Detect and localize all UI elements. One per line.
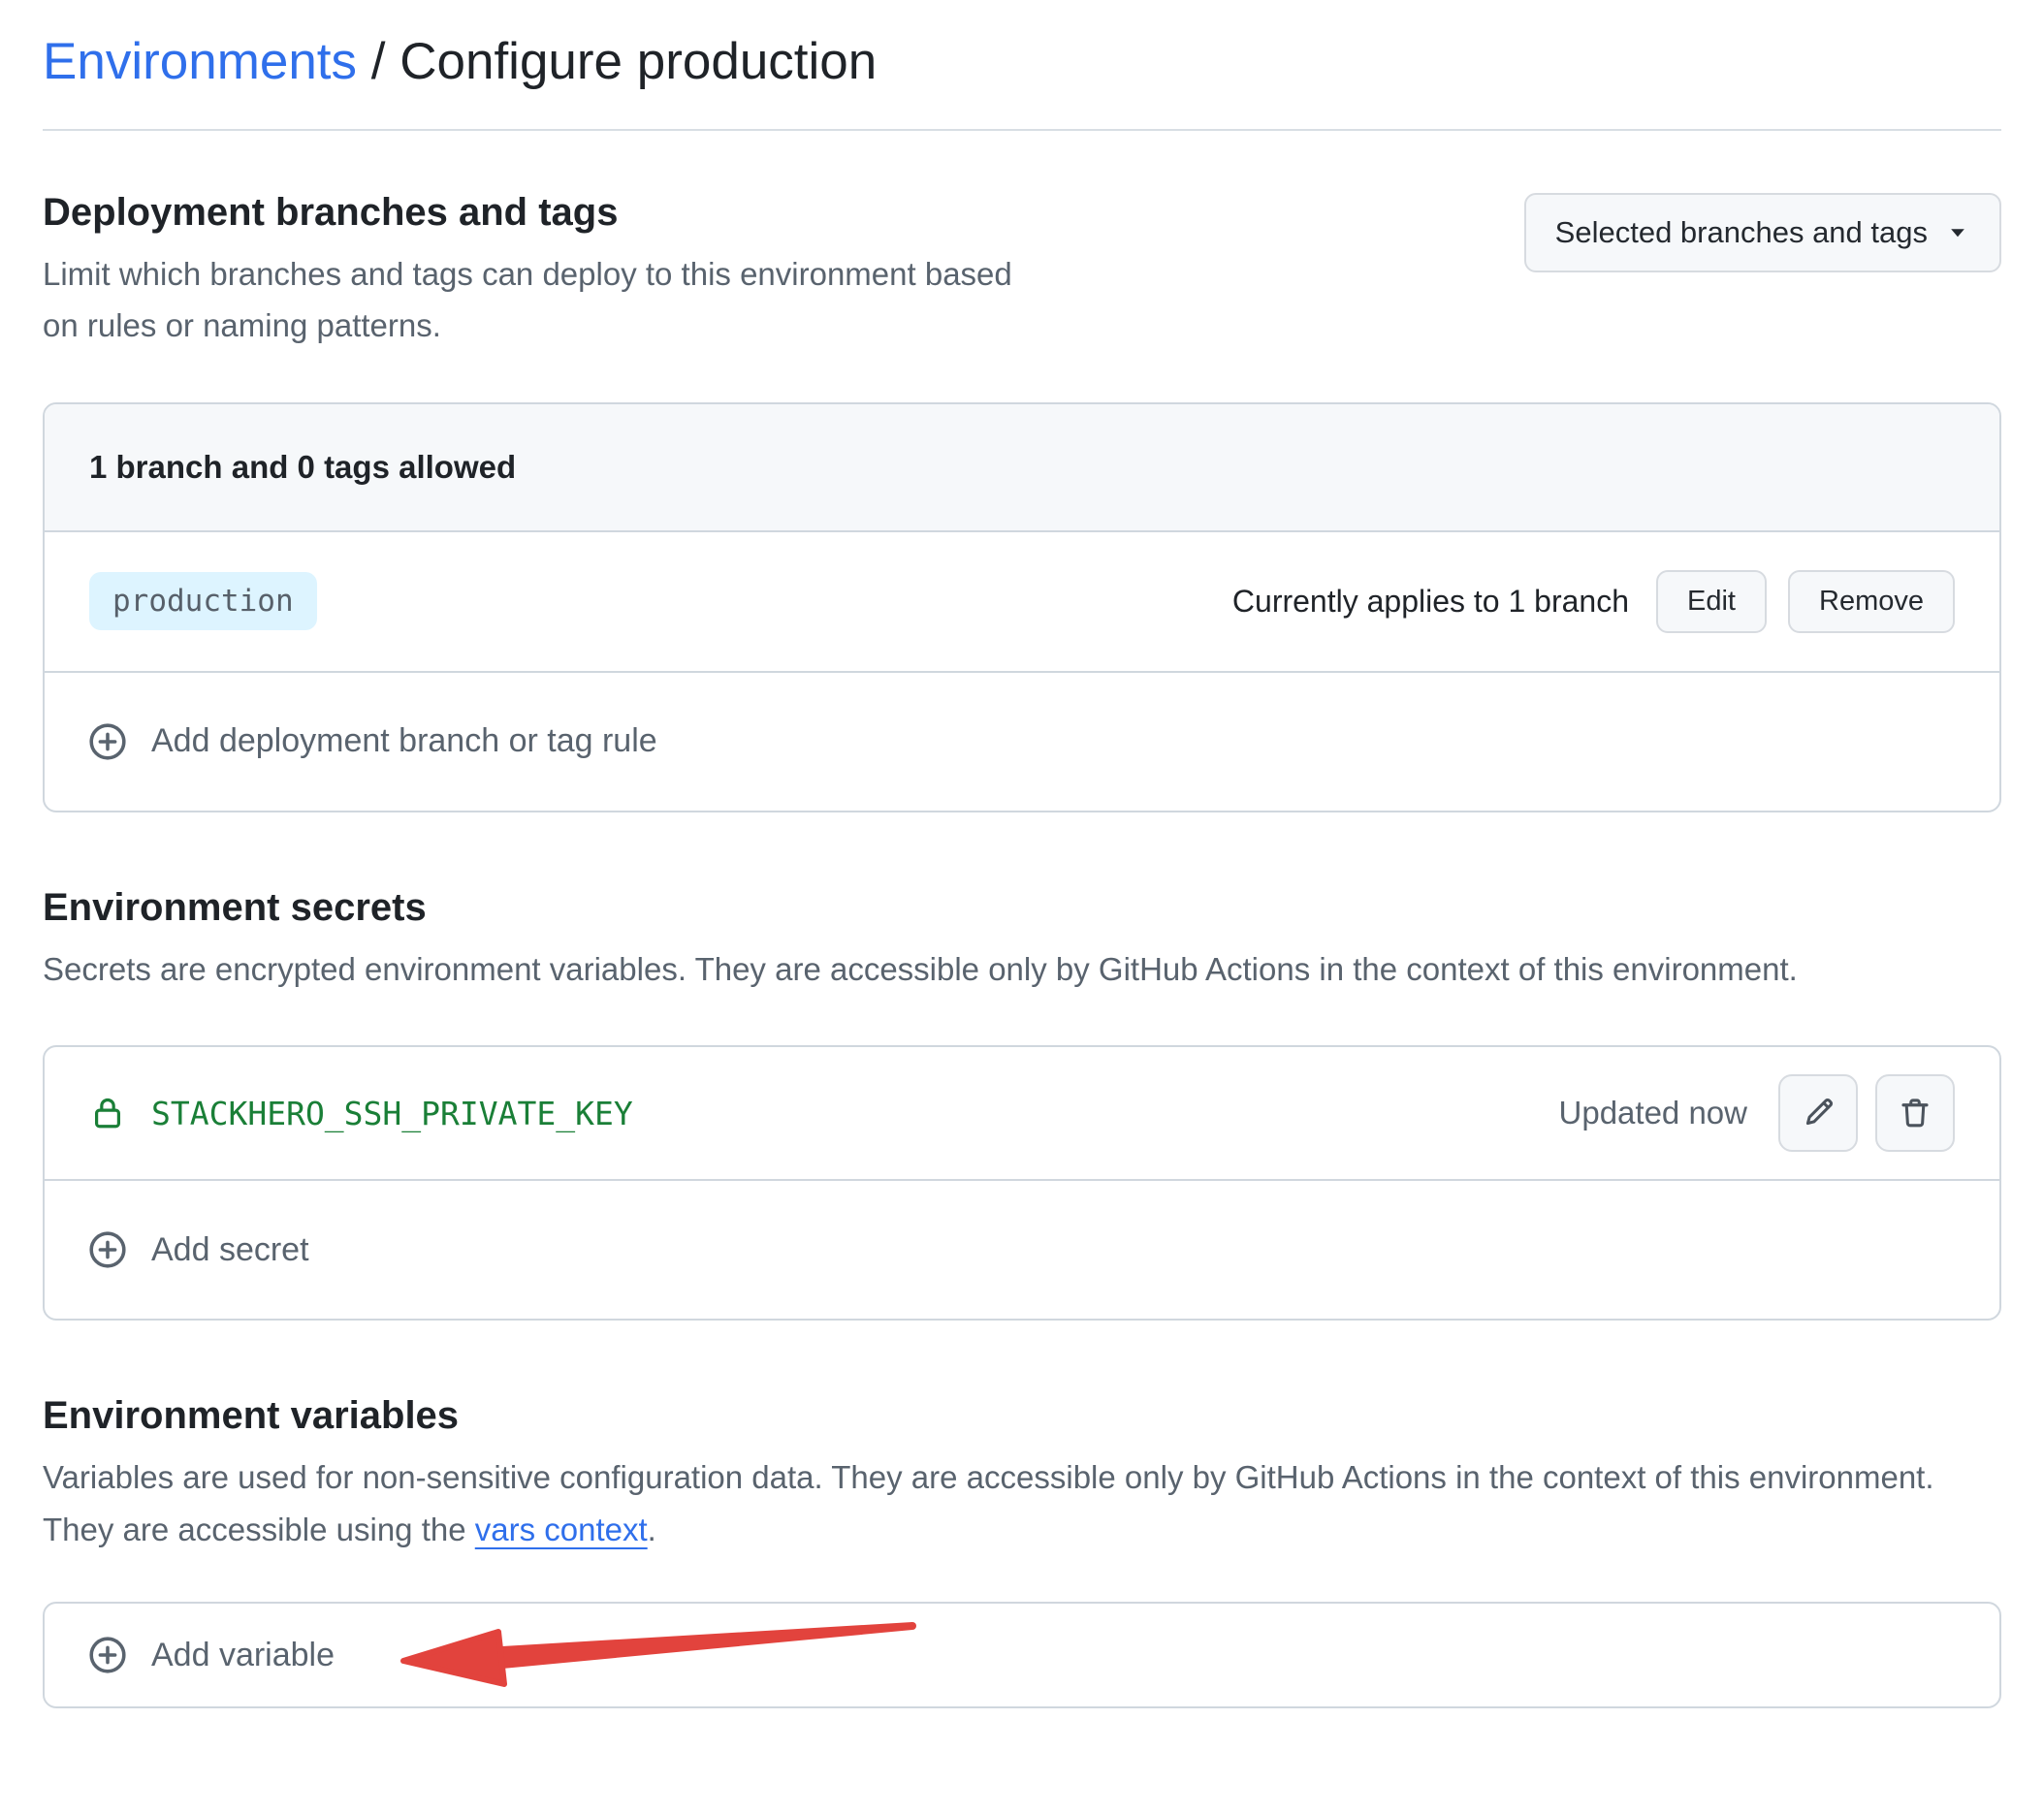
remove-rule-button[interactable]: Remove [1788, 570, 1955, 633]
secret-name: STACKHERO_SSH_PRIVATE_KEY [89, 1095, 633, 1132]
breadcrumb-separator: / [357, 33, 399, 90]
secrets-section-text: Environment secrets Secrets are encrypte… [43, 886, 1798, 995]
environment-config-page: Environments / Configure production Depl… [0, 0, 2044, 1708]
variables-section-header: Environment variables Variables are used… [43, 1394, 2001, 1555]
trash-icon [1898, 1096, 1932, 1130]
add-deployment-rule-button[interactable]: Add deployment branch or tag rule [45, 673, 1999, 811]
variables-section-heading: Environment variables [43, 1394, 1948, 1438]
deployment-rules-panel: 1 branch and 0 tags allowed production C… [43, 402, 2001, 812]
deployment-section-header: Deployment branches and tags Limit which… [43, 191, 2001, 352]
page-title: Environments / Configure production [43, 29, 2001, 96]
edit-secret-button[interactable] [1778, 1074, 1858, 1152]
variables-section-description: Variables are used for non-sensitive con… [43, 1451, 1948, 1555]
deployment-section-text: Deployment branches and tags Limit which… [43, 191, 1051, 352]
vars-context-link[interactable]: vars context [475, 1512, 648, 1547]
secrets-section-description: Secrets are encrypted environment variab… [43, 943, 1798, 995]
add-variable-button[interactable]: Add variable [45, 1604, 1999, 1706]
lock-icon [89, 1095, 126, 1131]
add-variable-label: Add variable [151, 1637, 335, 1674]
variables-section-text: Environment variables Variables are used… [43, 1394, 1948, 1555]
secret-updated-text: Updated now [1559, 1095, 1747, 1131]
branch-pattern-pill: production [89, 572, 317, 630]
variables-description-text: Variables are used for non-sensitive con… [43, 1459, 1934, 1546]
branch-rule-applies-text: Currently applies to 1 branch [1232, 584, 1629, 620]
deployment-rules-summary: 1 branch and 0 tags allowed [45, 404, 1999, 532]
add-deployment-rule-label: Add deployment branch or tag rule [151, 722, 657, 760]
edit-rule-button[interactable]: Edit [1656, 570, 1767, 633]
secrets-panel: STACKHERO_SSH_PRIVATE_KEY Updated now [43, 1045, 2001, 1321]
deployment-section-heading: Deployment branches and tags [43, 191, 1051, 235]
chevron-down-icon [1945, 220, 1970, 245]
secrets-section-heading: Environment secrets [43, 886, 1798, 930]
secrets-section-header: Environment secrets Secrets are encrypte… [43, 886, 2001, 995]
pencil-icon [1801, 1096, 1836, 1130]
variables-panel: Add variable [43, 1602, 2001, 1708]
delete-secret-button[interactable] [1875, 1074, 1955, 1152]
secret-name-text: STACKHERO_SSH_PRIVATE_KEY [151, 1095, 633, 1132]
title-divider [43, 129, 2001, 131]
variables-description-period: . [648, 1512, 656, 1547]
branch-rule-actions: Edit Remove [1656, 570, 1955, 633]
branch-policy-dropdown-button[interactable]: Selected branches and tags [1524, 193, 2001, 272]
breadcrumb-current: Configure production [399, 33, 877, 90]
add-secret-button[interactable]: Add secret [45, 1181, 1999, 1319]
plus-circle-icon [87, 721, 128, 762]
add-secret-label: Add secret [151, 1231, 309, 1269]
plus-circle-icon [87, 1635, 128, 1675]
secret-row: STACKHERO_SSH_PRIVATE_KEY Updated now [45, 1047, 1999, 1181]
branch-policy-dropdown-label: Selected branches and tags [1555, 215, 1928, 250]
secret-actions [1778, 1074, 1955, 1152]
deployment-section-description: Limit which branches and tags can deploy… [43, 248, 1051, 352]
breadcrumb-environments-link[interactable]: Environments [43, 33, 357, 90]
plus-circle-icon [87, 1229, 128, 1270]
branch-rule-row: production Currently applies to 1 branch… [45, 532, 1999, 673]
